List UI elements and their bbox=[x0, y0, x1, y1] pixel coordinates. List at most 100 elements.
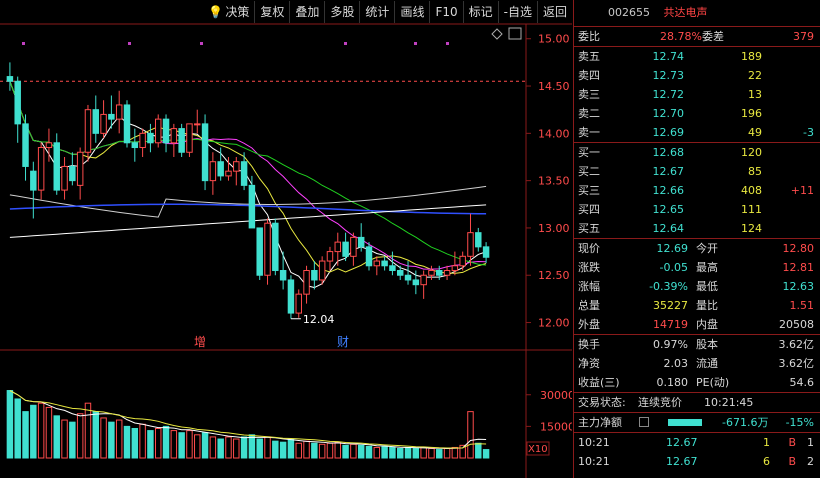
volume-bar bbox=[225, 436, 232, 459]
volume-bar bbox=[467, 411, 474, 459]
event-marker: 财 bbox=[337, 335, 349, 349]
order-row[interactable]: 卖一 12.69 49 -3 bbox=[574, 123, 820, 142]
volume-bar bbox=[420, 446, 427, 459]
price-stats: 现价 12.69 今开 12.80 涨跌 -0.05 最高 12.81 涨幅 -0.39% 最低 12… bbox=[574, 239, 820, 335]
candle-body bbox=[14, 80, 21, 125]
weicha-value: 379 bbox=[793, 30, 814, 43]
stat-label: 涨幅 bbox=[578, 280, 600, 293]
order-row[interactable]: 卖四 12.73 22 bbox=[574, 66, 820, 85]
order-volume: 85 bbox=[748, 165, 762, 178]
volume-bar bbox=[436, 449, 443, 459]
stat-value: -0.39% bbox=[649, 280, 688, 293]
candle-body bbox=[373, 260, 381, 267]
candle-body bbox=[123, 104, 131, 144]
stat-label: 总量 bbox=[578, 299, 600, 312]
stat-label: 现价 bbox=[578, 242, 600, 255]
ma250-line bbox=[9, 203, 487, 215]
candle-body bbox=[233, 161, 240, 172]
volume-bar bbox=[6, 390, 14, 459]
diamond-icon bbox=[491, 28, 503, 40]
tick-volume: 1 bbox=[763, 436, 770, 449]
volume-bar bbox=[139, 423, 146, 459]
candle-body bbox=[22, 123, 29, 167]
stat-value: 2.03 bbox=[663, 357, 689, 370]
candle-body bbox=[256, 227, 263, 276]
weibi-row: 委比 28.78% 委差 379 bbox=[574, 27, 820, 47]
volume-bar bbox=[279, 441, 287, 459]
stat-label: 流通 bbox=[696, 357, 718, 370]
candle-body bbox=[178, 128, 185, 153]
candle-body bbox=[443, 270, 451, 276]
order-volume: 111 bbox=[741, 203, 762, 216]
stat-label: 换手 bbox=[578, 338, 600, 351]
list-icon[interactable] bbox=[639, 417, 649, 427]
order-label: 卖五 bbox=[578, 50, 600, 63]
volume-bar bbox=[100, 417, 107, 459]
volume-bar bbox=[482, 449, 490, 459]
candlestick-chart: 15.00 14.50 14.00 13.50 13.00 12.50 12.00 12.04… bbox=[0, 23, 572, 478]
stat-row: 现价 12.69 今开 12.80 bbox=[574, 239, 820, 258]
order-label: 卖二 bbox=[578, 107, 600, 120]
stat-value: -0.05 bbox=[659, 261, 688, 274]
volume-bar bbox=[84, 402, 92, 459]
candle-body bbox=[412, 279, 420, 286]
order-row[interactable]: 买三 12.66 408 +11 bbox=[574, 181, 820, 200]
tick-list: 10:21 12.67 1 B 1 10:21 12.67 6 B 2 bbox=[574, 433, 820, 471]
volume-bar bbox=[373, 446, 381, 459]
stat-label: 最低 bbox=[696, 280, 718, 293]
volume-bar bbox=[404, 446, 412, 459]
candle-body bbox=[436, 270, 443, 276]
stat-value: 3.62亿 bbox=[778, 357, 815, 370]
tick-count: 2 bbox=[807, 455, 814, 468]
order-label: 买四 bbox=[578, 203, 600, 216]
stat-label: 收益(三) bbox=[578, 376, 620, 389]
order-row[interactable]: 卖五 12.74 189 bbox=[574, 47, 820, 66]
candle-body bbox=[100, 113, 107, 134]
order-row[interactable]: 卖三 12.72 13 bbox=[574, 85, 820, 104]
candle-body bbox=[287, 279, 295, 314]
volume-bar bbox=[240, 436, 248, 459]
order-row[interactable]: 买五 12.64 124 bbox=[574, 219, 820, 238]
kline-chart-area[interactable]: 💡 决策 复权 叠加 多股 统计 画线 F10 标记 -自选 返回 15.00 14… bbox=[0, 0, 572, 478]
order-row[interactable]: 卖二 12.70 196 bbox=[574, 104, 820, 123]
order-label: 买二 bbox=[578, 165, 600, 178]
order-row[interactable]: 买一 12.68 120 bbox=[574, 143, 820, 162]
main-flow-row[interactable]: 主力净额 -671.6万 -15% bbox=[574, 413, 820, 433]
order-row[interactable]: 买二 12.67 85 bbox=[574, 162, 820, 181]
stat-value: 0.180 bbox=[656, 376, 689, 389]
main-flow-pct: -15% bbox=[785, 416, 814, 429]
candle-body bbox=[357, 236, 365, 248]
volume-bar bbox=[233, 438, 240, 459]
weicha-label: 委差 bbox=[702, 30, 724, 43]
order-volume: 49 bbox=[748, 126, 762, 139]
volume-bar bbox=[53, 415, 60, 459]
candle-body bbox=[108, 113, 115, 120]
order-row[interactable]: 买四 12.65 111 bbox=[574, 200, 820, 219]
volume-bar bbox=[311, 442, 318, 459]
order-label: 买五 bbox=[578, 222, 600, 235]
order-price: 12.70 bbox=[652, 107, 685, 120]
price-tick-label: 14.50 bbox=[538, 80, 570, 93]
order-volume: 408 bbox=[741, 184, 762, 197]
price-tick-label: 12.00 bbox=[538, 317, 570, 330]
candle-body bbox=[350, 236, 357, 257]
order-price: 12.66 bbox=[652, 184, 685, 197]
volume-bar bbox=[272, 440, 279, 459]
stat-row: 换手 0.97% 股本 3.62亿 bbox=[574, 335, 820, 354]
order-volume: 189 bbox=[741, 50, 762, 63]
candle-body bbox=[217, 161, 224, 177]
stock-name: 共达电声 bbox=[663, 6, 708, 19]
stat-value: 3.62亿 bbox=[778, 338, 815, 351]
candle-body bbox=[162, 118, 170, 144]
candle-body bbox=[115, 104, 123, 120]
volume-bar bbox=[389, 446, 396, 459]
candle-body bbox=[154, 118, 162, 144]
order-change: +11 bbox=[790, 184, 814, 197]
stat-value: 12.69 bbox=[656, 242, 689, 255]
volume-bar bbox=[365, 445, 373, 459]
tick-time: 10:21 bbox=[578, 455, 610, 468]
price-tick-label: 14.00 bbox=[538, 127, 570, 140]
tick-row: 10:21 12.67 6 B 2 bbox=[574, 452, 820, 471]
volume-bar bbox=[154, 427, 162, 459]
stat-label: 量比 bbox=[696, 299, 718, 312]
